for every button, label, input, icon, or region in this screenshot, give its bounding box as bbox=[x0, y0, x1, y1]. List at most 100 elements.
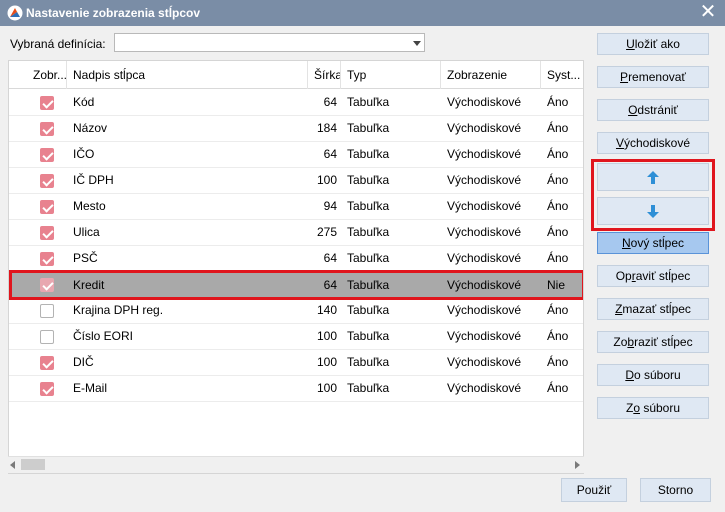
cell-width: 100 bbox=[316, 355, 337, 369]
visible-checkbox[interactable] bbox=[40, 226, 54, 240]
cell-name: DIČ bbox=[73, 355, 94, 369]
cell-type: Tabuľka bbox=[347, 225, 390, 239]
default-button[interactable]: Východiskové bbox=[597, 132, 709, 154]
table-row[interactable]: Ulica 275 Tabuľka Východiskové Áno bbox=[9, 220, 583, 246]
header-type[interactable]: Typ bbox=[341, 61, 441, 89]
cell-display: Východiskové bbox=[447, 303, 522, 317]
cell-type: Tabuľka bbox=[347, 381, 390, 395]
remove-button[interactable]: Odstrániť bbox=[597, 99, 709, 121]
cell-type: Tabuľka bbox=[347, 303, 390, 317]
visible-checkbox[interactable] bbox=[40, 174, 54, 188]
table-row[interactable]: Názov 184 Tabuľka Východiskové Áno bbox=[9, 116, 583, 142]
table-row[interactable]: PSČ 64 Tabuľka Východiskové Áno bbox=[9, 246, 583, 272]
header-visible[interactable]: Zobr... bbox=[27, 61, 67, 89]
cell-name: IČO bbox=[73, 147, 95, 161]
header-caption[interactable]: Nadpis stĺpca bbox=[67, 61, 308, 89]
visible-checkbox[interactable] bbox=[40, 122, 54, 136]
cell-display: Východiskové bbox=[447, 121, 522, 135]
definition-label: Vybraná definícia: bbox=[10, 37, 106, 51]
visible-checkbox[interactable] bbox=[40, 304, 54, 318]
close-icon[interactable]: ✕ bbox=[697, 2, 719, 24]
visible-checkbox[interactable] bbox=[40, 382, 54, 396]
cell-name: Názov bbox=[73, 121, 108, 135]
chevron-down-icon[interactable] bbox=[413, 41, 421, 46]
cell-system: Áno bbox=[547, 225, 569, 239]
header-display[interactable]: Zobrazenie bbox=[441, 61, 541, 89]
scroll-right-icon[interactable] bbox=[575, 461, 580, 469]
visible-checkbox[interactable] bbox=[40, 96, 54, 110]
rename-button[interactable]: Premenovať bbox=[597, 66, 709, 88]
cell-name: Krajina DPH reg. bbox=[73, 303, 164, 317]
table-row[interactable]: Mesto 94 Tabuľka Východiskové Áno bbox=[9, 194, 583, 220]
table-row[interactable]: Kód 64 Tabuľka Východiskové Áno bbox=[9, 90, 583, 116]
cell-system: Áno bbox=[547, 95, 569, 109]
cancel-button[interactable]: Storno bbox=[640, 478, 711, 502]
cell-type: Tabuľka bbox=[347, 147, 390, 161]
cell-display: Východiskové bbox=[447, 199, 522, 213]
scrollbar-thumb[interactable] bbox=[21, 459, 45, 470]
show-column-button[interactable]: Zobraziť stĺpec bbox=[597, 331, 709, 353]
cell-type: Tabuľka bbox=[347, 251, 390, 265]
cell-width: 184 bbox=[316, 121, 337, 135]
edit-column-button[interactable]: Opraviť stĺpec bbox=[597, 265, 709, 287]
cell-width: 64 bbox=[323, 251, 337, 265]
window-title: Nastavenie zobrazenia stĺpcov bbox=[26, 6, 201, 20]
move-down-button[interactable] bbox=[597, 197, 709, 225]
cell-width: 100 bbox=[316, 173, 337, 187]
table-row[interactable]: IČ DPH 100 Tabuľka Východiskové Áno bbox=[9, 168, 583, 194]
table-row[interactable]: Číslo EORI 100 Tabuľka Východiskové Áno bbox=[9, 324, 583, 350]
grid-header: Zobr... Nadpis stĺpca Šírka Typ Zobrazen… bbox=[9, 61, 583, 89]
save-as-button[interactable]: Uložiť ako bbox=[597, 33, 709, 55]
cell-name: E-Mail bbox=[73, 381, 108, 395]
visible-checkbox[interactable] bbox=[40, 200, 54, 214]
cell-name: Mesto bbox=[73, 199, 106, 213]
cell-system: Áno bbox=[547, 329, 569, 343]
export-to-file-button[interactable]: Do súboru bbox=[597, 364, 709, 386]
columns-grid[interactable]: Zobr... Nadpis stĺpca Šírka Typ Zobrazen… bbox=[8, 60, 584, 474]
visible-checkbox[interactable] bbox=[40, 356, 54, 370]
cell-display: Východiskové bbox=[447, 355, 522, 369]
cell-name: Kredit bbox=[73, 278, 105, 292]
cell-type: Tabuľka bbox=[347, 329, 390, 343]
cell-system: Áno bbox=[547, 303, 569, 317]
table-row[interactable]: Krajina DPH reg. 140 Tabuľka Východiskové Án… bbox=[9, 298, 583, 324]
header-system[interactable]: Syst... bbox=[541, 61, 583, 89]
scroll-left-icon[interactable] bbox=[10, 461, 15, 469]
cell-display: Východiskové bbox=[447, 278, 522, 292]
import-from-file-button[interactable]: Zo súboru bbox=[597, 397, 709, 419]
arrow-down-icon bbox=[647, 205, 659, 218]
cell-display: Východiskové bbox=[447, 329, 522, 343]
new-column-button[interactable]: Nový stĺpec bbox=[597, 232, 709, 254]
visible-checkbox[interactable] bbox=[40, 330, 54, 344]
table-row[interactable]: IČO 64 Tabuľka Východiskové Áno bbox=[9, 142, 583, 168]
definition-select[interactable] bbox=[114, 33, 425, 52]
cell-name: Kód bbox=[73, 95, 95, 109]
cell-display: Východiskové bbox=[447, 225, 522, 239]
cell-name: PSČ bbox=[73, 251, 98, 265]
cell-width: 275 bbox=[316, 225, 337, 239]
move-up-button[interactable] bbox=[597, 163, 709, 191]
table-row-selected[interactable]: Kredit 64 Tabuľka Východiskové Nie bbox=[9, 270, 583, 300]
visible-checkbox[interactable] bbox=[40, 278, 54, 292]
cell-name: Číslo EORI bbox=[73, 329, 134, 343]
table-row[interactable]: E-Mail 100 Tabuľka Východiskové Áno bbox=[9, 376, 583, 402]
cell-system: Áno bbox=[547, 199, 569, 213]
cell-display: Východiskové bbox=[447, 251, 522, 265]
table-row[interactable]: DIČ 100 Tabuľka Východiskové Áno bbox=[9, 350, 583, 376]
cell-width: 100 bbox=[316, 381, 337, 395]
cell-system: Áno bbox=[547, 381, 569, 395]
cell-type: Tabuľka bbox=[347, 278, 390, 292]
horizontal-scrollbar[interactable] bbox=[8, 456, 584, 473]
visible-checkbox[interactable] bbox=[40, 148, 54, 162]
cell-type: Tabuľka bbox=[347, 173, 390, 187]
delete-column-button[interactable]: Zmazať stĺpec bbox=[597, 298, 709, 320]
cell-display: Východiskové bbox=[447, 173, 522, 187]
apply-button[interactable]: Použiť bbox=[561, 478, 627, 502]
visible-checkbox[interactable] bbox=[40, 252, 54, 266]
cell-type: Tabuľka bbox=[347, 355, 390, 369]
header-width[interactable]: Šírka bbox=[308, 61, 341, 89]
cell-width: 100 bbox=[316, 329, 337, 343]
cell-width: 64 bbox=[323, 95, 337, 109]
cell-type: Tabuľka bbox=[347, 199, 390, 213]
title-bar: Nastavenie zobrazenia stĺpcov ✕ bbox=[0, 0, 725, 26]
